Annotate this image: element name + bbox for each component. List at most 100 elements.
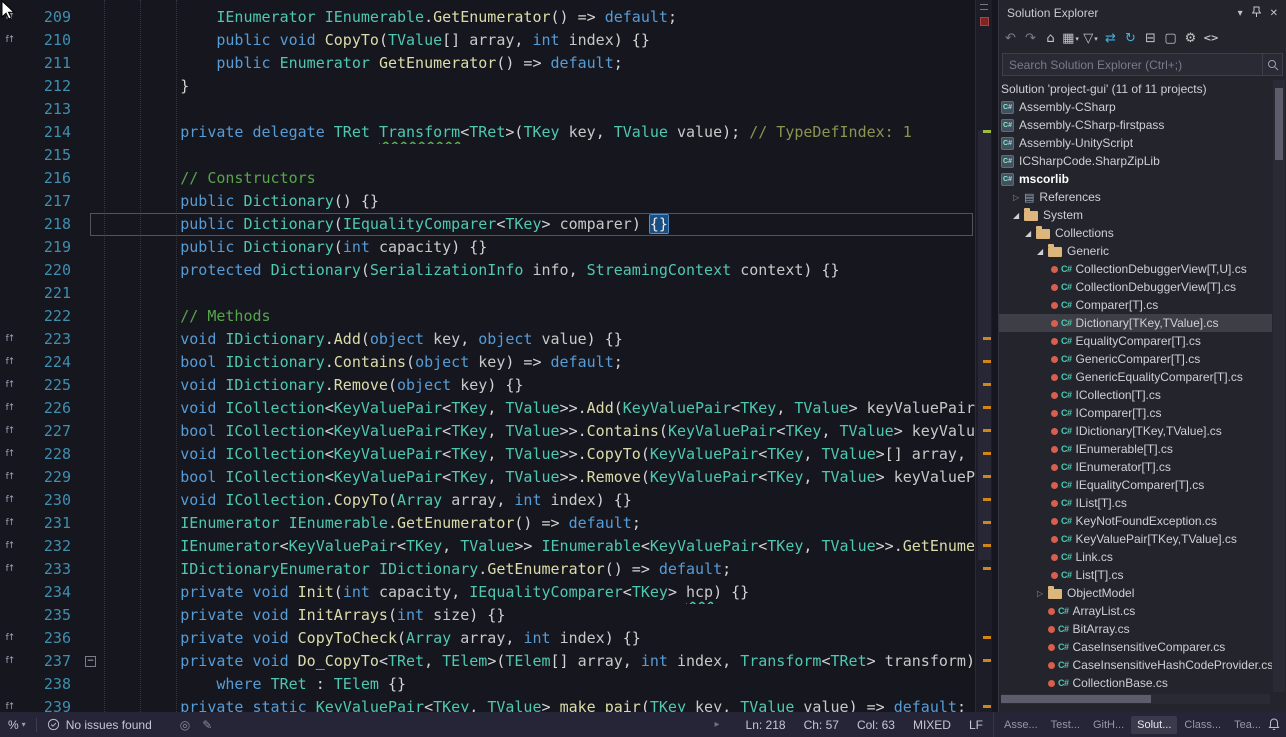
override-margin-icon[interactable]: f↑: [0, 466, 20, 489]
editor-vertical-scrollbar[interactable]: [975, 0, 992, 712]
override-margin-icon[interactable]: f↑: [0, 535, 20, 558]
line-number[interactable]: 214: [20, 121, 76, 144]
code-line[interactable]: f↑210 public void CopyTo(TValue[] array,…: [0, 29, 975, 52]
line-number[interactable]: 218: [20, 213, 76, 236]
line-number[interactable]: 224: [20, 351, 76, 374]
code-line[interactable]: f↑231 IEnumerator IEnumerable.GetEnumera…: [0, 512, 975, 535]
line-number[interactable]: 227: [20, 420, 76, 443]
tree-item[interactable]: C#KeyValuePair[TKey,TValue].cs: [999, 530, 1272, 548]
zoom-control[interactable]: % ▾: [8, 718, 26, 732]
tree-item[interactable]: C#CollectionBase.cs: [999, 674, 1272, 692]
line-number[interactable]: 225: [20, 374, 76, 397]
code-line[interactable]: f↑209 IEnumerator IEnumerable.GetEnumera…: [0, 6, 975, 29]
line-number[interactable]: 210: [20, 29, 76, 52]
line-number[interactable]: 211: [20, 52, 76, 75]
code-line[interactable]: 219 public Dictionary(int capacity) {}: [0, 236, 975, 259]
override-margin-icon[interactable]: f↑: [0, 627, 20, 650]
expand-arrow-icon[interactable]: ▷: [1013, 193, 1024, 202]
code-line[interactable]: 222 // Methods: [0, 305, 975, 328]
panel-vertical-scrollbar[interactable]: [1273, 80, 1285, 692]
window-position-icon[interactable]: ▾: [1238, 8, 1243, 19]
tree-item[interactable]: C#ArrayList.cs: [999, 602, 1272, 620]
switch-views-icon[interactable]: ▦▾: [1062, 29, 1079, 48]
tool-window-tab[interactable]: GitH...: [1087, 716, 1130, 734]
line-number[interactable]: 209: [20, 6, 76, 29]
tree-item[interactable]: C#BitArray.cs: [999, 620, 1272, 638]
refresh-icon[interactable]: ↻: [1122, 29, 1139, 48]
tree-item[interactable]: C#Assembly-UnityScript: [999, 134, 1272, 152]
code-line[interactable]: 215: [0, 144, 975, 167]
override-margin-icon[interactable]: f↑: [0, 29, 20, 52]
line-number[interactable]: 221: [20, 282, 76, 305]
code-line[interactable]: 221: [0, 282, 975, 305]
line-number[interactable]: 237: [20, 650, 76, 673]
scrollbar-thumb[interactable]: [1275, 88, 1283, 160]
search-icon[interactable]: [1262, 54, 1282, 75]
line-number[interactable]: 217: [20, 190, 76, 213]
issues-indicator[interactable]: No issues found: [47, 718, 152, 732]
code-line[interactable]: 214 private delegate TRet Transform<TRet…: [0, 121, 975, 144]
home-icon[interactable]: ⌂: [1042, 29, 1059, 48]
tree-item[interactable]: C#IDictionary[TKey,TValue].cs: [999, 422, 1272, 440]
line-number[interactable]: 216: [20, 167, 76, 190]
line-number[interactable]: 226: [20, 397, 76, 420]
properties-icon[interactable]: ⚙: [1182, 29, 1199, 48]
line-number[interactable]: 235: [20, 604, 76, 627]
override-margin-icon[interactable]: f↑: [0, 650, 20, 673]
tree-item[interactable]: C#EqualityComparer[T].cs: [999, 332, 1272, 350]
scrollbar-thumb[interactable]: [1001, 695, 1151, 703]
override-margin-icon[interactable]: f↑: [0, 328, 20, 351]
panel-title-bar[interactable]: Solution Explorer ▾ ✕: [999, 0, 1286, 26]
line-number[interactable]: 215: [20, 144, 76, 167]
line-number[interactable]: 233: [20, 558, 76, 581]
code-line[interactable]: f↑228 void ICollection<KeyValuePair<TKey…: [0, 443, 975, 466]
edit-icon[interactable]: ✎: [202, 718, 212, 732]
code-line[interactable]: f↑237− private void Do_CopyTo<TRet, TEle…: [0, 650, 975, 673]
tree-item[interactable]: Solution 'project-gui' (11 of 11 project…: [999, 80, 1272, 98]
collapse-arrow-icon[interactable]: ◢: [1037, 247, 1048, 256]
line-number[interactable]: 239: [20, 696, 76, 712]
code-line[interactable]: f↑239 private static KeyValuePair<TKey, …: [0, 696, 975, 712]
tree-item[interactable]: ◢System: [999, 206, 1272, 224]
tree-item[interactable]: ▷ObjectModel: [999, 584, 1272, 602]
override-margin-icon[interactable]: f↑: [0, 351, 20, 374]
code-line[interactable]: 211 public Enumerator GetEnumerator() =>…: [0, 52, 975, 75]
line-ending-indicator[interactable]: LF: [969, 718, 983, 732]
suggestions-icon[interactable]: ◎: [180, 718, 190, 732]
fold-collapse-icon[interactable]: −: [85, 656, 96, 667]
code-line[interactable]: f↑233 IDictionaryEnumerator IDictionary.…: [0, 558, 975, 581]
override-margin-icon[interactable]: f↑: [0, 420, 20, 443]
code-line[interactable]: f↑224 bool IDictionary.Contains(object k…: [0, 351, 975, 374]
line-number[interactable]: 212: [20, 75, 76, 98]
tree-item[interactable]: C#IEnumerable[T].cs: [999, 440, 1272, 458]
collapse-arrow-icon[interactable]: ◢: [1025, 229, 1036, 238]
line-number[interactable]: 223: [20, 328, 76, 351]
search-input[interactable]: [1003, 58, 1262, 72]
line-number[interactable]: 231: [20, 512, 76, 535]
tree-item[interactable]: ▷▤References: [999, 188, 1272, 206]
line-number[interactable]: 232: [20, 535, 76, 558]
override-margin-icon[interactable]: f↑: [0, 512, 20, 535]
character-indicator[interactable]: Ch: 57: [804, 718, 839, 732]
tree-item[interactable]: C#ICollection[T].cs: [999, 386, 1272, 404]
tree-item[interactable]: C#Assembly-CSharp-firstpass: [999, 116, 1272, 134]
tree-item[interactable]: C#Comparer[T].cs: [999, 296, 1272, 314]
line-number[interactable]: 228: [20, 443, 76, 466]
collapse-all-icon[interactable]: ⊟: [1142, 29, 1159, 48]
tree-item[interactable]: C#GenericComparer[T].cs: [999, 350, 1272, 368]
code-line[interactable]: 213: [0, 98, 975, 121]
override-margin-icon[interactable]: f↑: [0, 397, 20, 420]
tree-item[interactable]: ◢Collections: [999, 224, 1272, 242]
tree-item[interactable]: C#CaseInsensitiveComparer.cs: [999, 638, 1272, 656]
override-margin-icon[interactable]: f↑: [0, 696, 20, 712]
line-number[interactable]: 219: [20, 236, 76, 259]
tree-item[interactable]: C#CaseInsensitiveHashCodeProvider.cs: [999, 656, 1272, 674]
code-line[interactable]: f↑229 bool ICollection<KeyValuePair<TKey…: [0, 466, 975, 489]
code-line[interactable]: f↑225 void IDictionary.Remove(object key…: [0, 374, 975, 397]
tool-window-tab[interactable]: Class...: [1178, 716, 1227, 734]
back-icon[interactable]: ↶: [1002, 29, 1019, 48]
code-line[interactable]: f↑223 void IDictionary.Add(object key, o…: [0, 328, 975, 351]
code-line[interactable]: 235 private void InitArrays(int size) {}: [0, 604, 975, 627]
close-icon[interactable]: ✕: [1270, 8, 1278, 19]
line-number[interactable]: 229: [20, 466, 76, 489]
